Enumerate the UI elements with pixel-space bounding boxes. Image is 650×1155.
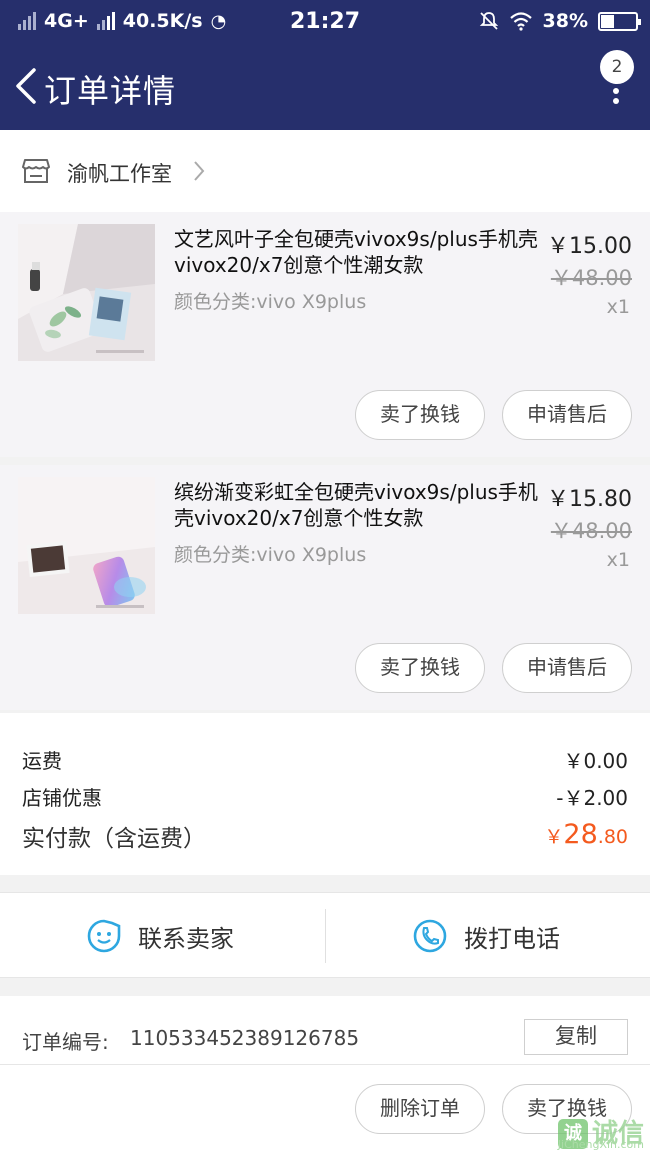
contact-seller-label: 联系卖家: [138, 924, 234, 953]
sell-button[interactable]: 卖了换钱: [355, 643, 485, 693]
order-item[interactable]: 缤纷渐变彩虹全包硬壳vivox9s/plus手机壳vivox20/x7创意个性女…: [0, 465, 650, 710]
page-title: 订单详情: [44, 72, 177, 110]
copy-button[interactable]: 复制: [524, 1019, 628, 1055]
battery-percent: 38%: [542, 10, 588, 32]
shop-name: 渝帆工作室: [67, 162, 172, 186]
product-quantity: x1: [606, 549, 630, 571]
mute-bell-icon: [479, 12, 498, 30]
order-totals: 运费 ￥0.00 店铺优惠 -￥2.00 实付款（含运费） ￥28.80: [0, 713, 650, 875]
order-item[interactable]: 文艺风叶子全包硬壳vivox9s/plus手机壳vivox20/x7创意个性潮女…: [0, 212, 650, 457]
notification-badge: 2: [600, 50, 634, 84]
wifi-icon: [509, 12, 532, 31]
discount-value: -￥2.00: [556, 786, 628, 810]
battery-icon: [598, 11, 641, 31]
contact-bar: 联系卖家 拨打电话: [0, 892, 650, 978]
call-phone-button[interactable]: 拨打电话: [412, 893, 560, 979]
product-price: ￥15.80: [547, 487, 632, 512]
shipping-value: ￥0.00: [563, 749, 628, 773]
store-icon: [22, 159, 50, 183]
app-header: 订单详情 2: [0, 44, 650, 130]
status-bar: 4G+ 40.5K/s ◔ 21:27 38%: [0, 0, 650, 44]
paid-row: 实付款（含运费） ￥28.80: [22, 819, 628, 853]
order-number: 110533452389126785: [130, 1026, 360, 1050]
product-title[interactable]: 缤纷渐变彩虹全包硬壳vivox9s/plus手机壳vivox20/x7创意个性女…: [174, 479, 539, 531]
discount-row: 店铺优惠 -￥2.00: [22, 782, 628, 811]
product-spec: 颜色分类:vivo X9plus: [174, 544, 367, 566]
original-price: ￥48.00: [550, 266, 632, 290]
paid-label: 实付款（含运费）: [22, 826, 206, 852]
paid-amount: ￥28.80: [544, 819, 628, 850]
divider: [0, 1064, 650, 1065]
after-sale-button[interactable]: 申请售后: [502, 643, 632, 693]
chevron-right-icon: [194, 161, 205, 181]
divider: [325, 909, 326, 963]
shop-row[interactable]: 渝帆工作室: [0, 130, 650, 212]
product-quantity: x1: [606, 296, 630, 318]
chat-face-icon: [87, 919, 121, 953]
delete-order-button[interactable]: 删除订单: [355, 1084, 485, 1134]
discount-label: 店铺优惠: [22, 786, 102, 810]
original-price: ￥48.00: [550, 519, 632, 543]
back-arrow-icon[interactable]: [10, 64, 46, 108]
product-title[interactable]: 文艺风叶子全包硬壳vivox9s/plus手机壳vivox20/x7创意个性潮女…: [174, 226, 539, 278]
order-info: 订单编号: 110533452389126785 复制 删除订单 卖了换钱: [0, 996, 650, 1155]
sell-button[interactable]: 卖了换钱: [355, 390, 485, 440]
after-sale-button[interactable]: 申请售后: [502, 390, 632, 440]
contact-seller-button[interactable]: 联系卖家: [86, 893, 234, 979]
shipping-row: 运费 ￥0.00: [22, 745, 628, 774]
phone-icon: [413, 919, 447, 953]
order-number-label: 订单编号:: [22, 1030, 109, 1054]
product-price: ￥15.00: [547, 234, 632, 259]
shipping-label: 运费: [22, 749, 62, 773]
product-spec: 颜色分类:vivo X9plus: [174, 291, 367, 313]
product-image[interactable]: [18, 477, 155, 614]
call-phone-label: 拨打电话: [464, 924, 560, 953]
watermark-logo: 诚 诚信 JiChengXin.com: [557, 1119, 644, 1151]
product-image[interactable]: [18, 224, 155, 361]
